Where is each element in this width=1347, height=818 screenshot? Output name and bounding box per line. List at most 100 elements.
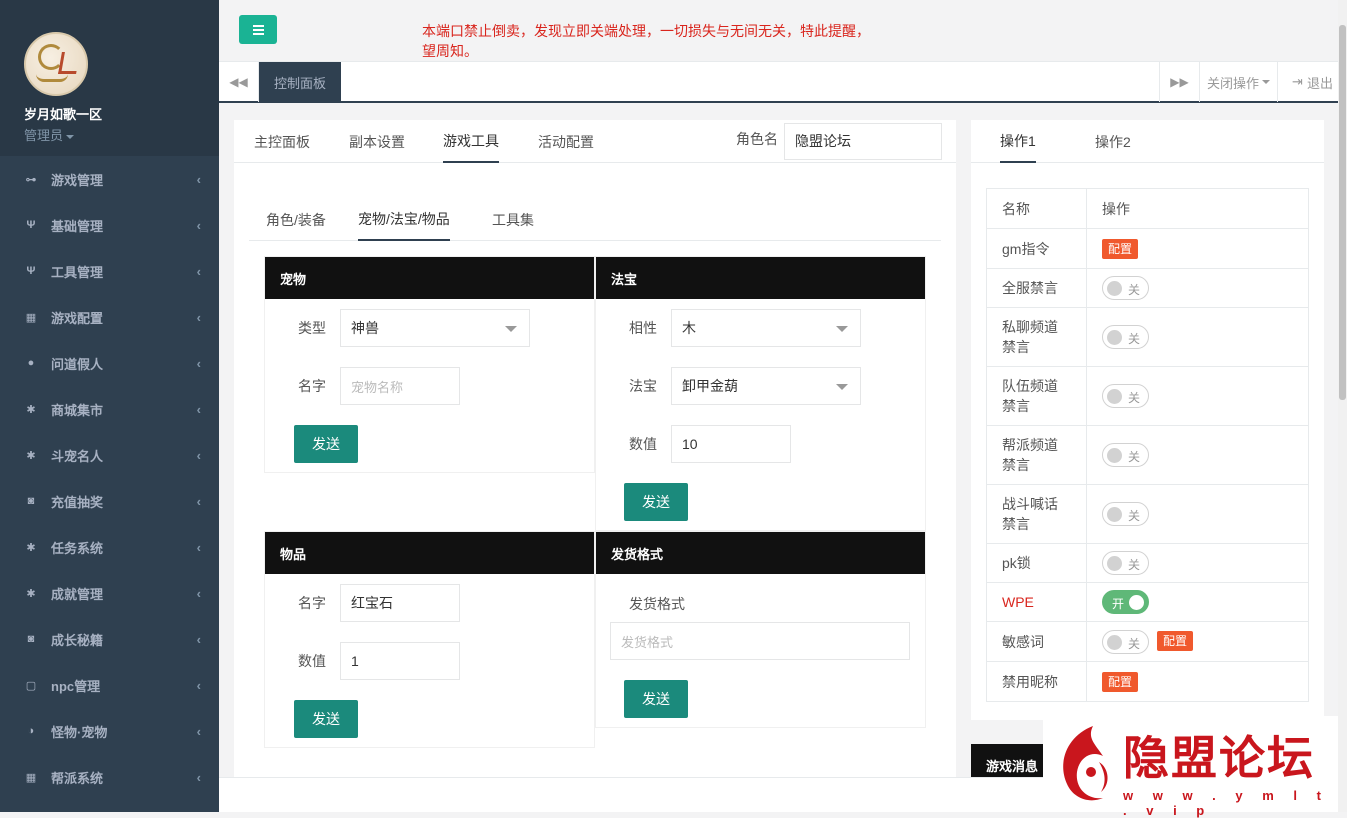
- page-scrollbar[interactable]: [1338, 0, 1347, 812]
- chevron-left-icon: ‹: [196, 448, 201, 463]
- sidebar-item-1[interactable]: Ψ 基础管理 ‹: [0, 202, 219, 248]
- row-operation: 关: [1086, 366, 1309, 426]
- sidebar-item-8[interactable]: ✱ 任务系统 ‹: [0, 524, 219, 570]
- row-operation: 配置: [1086, 228, 1309, 269]
- role-name-input[interactable]: 隐盟论坛: [784, 123, 942, 160]
- pet-name-label: 名字: [298, 378, 326, 394]
- pet-name-input[interactable]: 宠物名称: [340, 367, 460, 405]
- toggle-switch[interactable]: 开: [1102, 590, 1149, 614]
- pet-type-row: 类型 神兽: [265, 309, 530, 347]
- chevron-left-icon: ‹: [196, 172, 201, 187]
- tab-game-tools[interactable]: 游戏工具: [443, 120, 499, 163]
- config-button[interactable]: 配置: [1157, 631, 1194, 652]
- pet-send-button[interactable]: 发送: [294, 425, 358, 463]
- item-name-input[interactable]: 红宝石: [340, 584, 460, 622]
- treasure-attr-value: 木: [682, 320, 696, 336]
- avatar[interactable]: [24, 32, 88, 96]
- tab-operation-1[interactable]: 操作1: [1000, 120, 1036, 163]
- sidebar-item-4[interactable]: ● 问道假人 ‹: [0, 340, 219, 386]
- sidebar-item-0[interactable]: ⊶ 游戏管理 ‹: [0, 156, 219, 202]
- item-send-button[interactable]: 发送: [294, 700, 358, 738]
- ship-send-button[interactable]: 发送: [624, 680, 688, 718]
- config-button[interactable]: 配置: [1102, 238, 1139, 259]
- sidebar-item-11[interactable]: ▢ npc管理 ‹: [0, 662, 219, 708]
- sidebar-item-label: 基础管理: [51, 218, 104, 234]
- sidebar-item-7[interactable]: ◙ 充值抽奖 ‹: [0, 478, 219, 524]
- sidebar-item-9[interactable]: ✱ 成就管理 ‹: [0, 570, 219, 616]
- row-name-text: 队伍频道禁言: [1002, 378, 1058, 414]
- treasure-num-input[interactable]: 10: [671, 425, 791, 463]
- tab-dungeon-settings[interactable]: 副本设置: [349, 120, 405, 163]
- toggle-switch[interactable]: 关: [1102, 276, 1149, 300]
- sidebar-item-6[interactable]: ✱ 斗宠名人 ‹: [0, 432, 219, 478]
- row-name: 战斗喊话禁言: [986, 484, 1087, 544]
- toggle-switch[interactable]: 关: [1102, 502, 1149, 526]
- config-button[interactable]: 配置: [1102, 671, 1139, 692]
- sidebar-nav: ⊶ 游戏管理 ‹ Ψ 基础管理 ‹ Ψ 工具管理 ‹ ▦ 游戏配置 ‹ ● 问道假人 ‹ ✱ 商城集市 ‹ ✱ 斗宠名…: [0, 156, 219, 800]
- scroll-left-button[interactable]: ◀◀: [219, 62, 259, 102]
- toggle-switch[interactable]: 关: [1102, 384, 1149, 408]
- toggle-switch[interactable]: 关: [1102, 443, 1149, 467]
- sidebar-item-2[interactable]: Ψ 工具管理 ‹: [0, 248, 219, 294]
- sidebar-item-3[interactable]: ▦ 游戏配置 ‹: [0, 294, 219, 340]
- toggle-switch[interactable]: 关: [1102, 325, 1149, 349]
- table-row: 私聊频道禁言 关: [986, 307, 1309, 367]
- chevron-left-icon: ‹: [196, 586, 201, 601]
- forward-icon: ▶▶: [1170, 75, 1189, 89]
- treasure-attr-select[interactable]: 木: [671, 309, 861, 347]
- main-content: 主控面板 副本设置 游戏工具 活动配置 角色名 隐盟论坛 角色/装备 宠物/法宝…: [219, 104, 1331, 780]
- pet-type-select[interactable]: 神兽: [340, 309, 530, 347]
- half-circle-icon: ◑: [27, 725, 35, 737]
- operations-panel: 操作1 操作2 名称 操作 gm指令 配置 全服禁言关私聊频道禁言关队伍频道禁言关帮派频…: [971, 120, 1324, 720]
- toggle-label: 关: [1127, 636, 1140, 651]
- row-operation: 关 配置: [1086, 621, 1309, 662]
- treasure-item-value: 卸甲金葫: [682, 378, 738, 394]
- tab-toolset[interactable]: 工具集: [492, 198, 534, 241]
- table-row: gm指令 配置: [986, 228, 1309, 269]
- tab-pet-treasure-item[interactable]: 宠物/法宝/物品: [358, 198, 450, 241]
- logout-label: 退出: [1306, 75, 1333, 91]
- row-name-text: 私聊频道禁言: [1002, 319, 1058, 355]
- footer: [219, 777, 1047, 812]
- toggle-label: 关: [1127, 509, 1140, 523]
- chevron-left-icon: ‹: [196, 494, 201, 509]
- row-name-text: 禁用昵称: [1002, 673, 1058, 690]
- tab-activity-config[interactable]: 活动配置: [538, 120, 594, 163]
- user-role: 管理员: [24, 128, 64, 143]
- scrollbar-thumb[interactable]: [1339, 25, 1346, 400]
- role-name-label: 角色名: [736, 131, 778, 147]
- sidebar-item-10[interactable]: ◙ 成长秘籍 ‹: [0, 616, 219, 662]
- table-row: 战斗喊话禁言 关: [986, 484, 1309, 544]
- sidebar-item-5[interactable]: ✱ 商城集市 ‹: [0, 386, 219, 432]
- treasure-box: 法宝 相性 木 法宝 卸甲金葫 数值 10 发送: [595, 256, 926, 531]
- toggle-switch[interactable]: 关: [1102, 551, 1149, 575]
- sidebar-item-13[interactable]: ▦ 帮派系统 ‹: [0, 754, 219, 800]
- treasure-send-button[interactable]: 发送: [624, 483, 688, 521]
- treasure-num-label: 数值: [629, 436, 657, 452]
- treasure-item-select[interactable]: 卸甲金葫: [671, 367, 861, 405]
- tab-control-panel[interactable]: 控制面板: [259, 62, 341, 103]
- logout-button[interactable]: ⇥ 退出: [1277, 62, 1347, 102]
- row-name: 私聊频道禁言: [986, 307, 1087, 367]
- chevron-left-icon: ‹: [196, 770, 201, 785]
- row-name: 禁用昵称: [986, 661, 1087, 702]
- tab-role-equipment[interactable]: 角色/装备: [266, 198, 326, 241]
- table-header: 名称 操作: [986, 188, 1309, 229]
- user-icon: ●: [27, 357, 35, 369]
- scroll-right-button[interactable]: ▶▶: [1159, 62, 1199, 102]
- sidebar-item-12[interactable]: ◑ 怪物·宠物 ‹: [0, 708, 219, 754]
- item-num-input[interactable]: 1: [340, 642, 460, 680]
- toggle-switch[interactable]: 关: [1102, 629, 1149, 654]
- column-header: 名称: [986, 188, 1087, 229]
- sidebar-item-label: 工具管理: [51, 264, 104, 280]
- tab-operation-2[interactable]: 操作2: [1095, 120, 1131, 163]
- ship-format-input[interactable]: 发货格式: [610, 622, 910, 660]
- menu-toggle-button[interactable]: [239, 15, 277, 44]
- camera-icon: ◙: [27, 495, 35, 507]
- row-name: 敏感词: [986, 621, 1087, 662]
- user-role-dropdown[interactable]: 管理员: [24, 125, 219, 144]
- tab-main-control[interactable]: 主控面板: [254, 120, 310, 163]
- row-operation: 关: [1086, 484, 1309, 544]
- row-name-text: 战斗喊话禁言: [1002, 496, 1058, 532]
- close-operations-dropdown[interactable]: 关闭操作: [1199, 62, 1277, 102]
